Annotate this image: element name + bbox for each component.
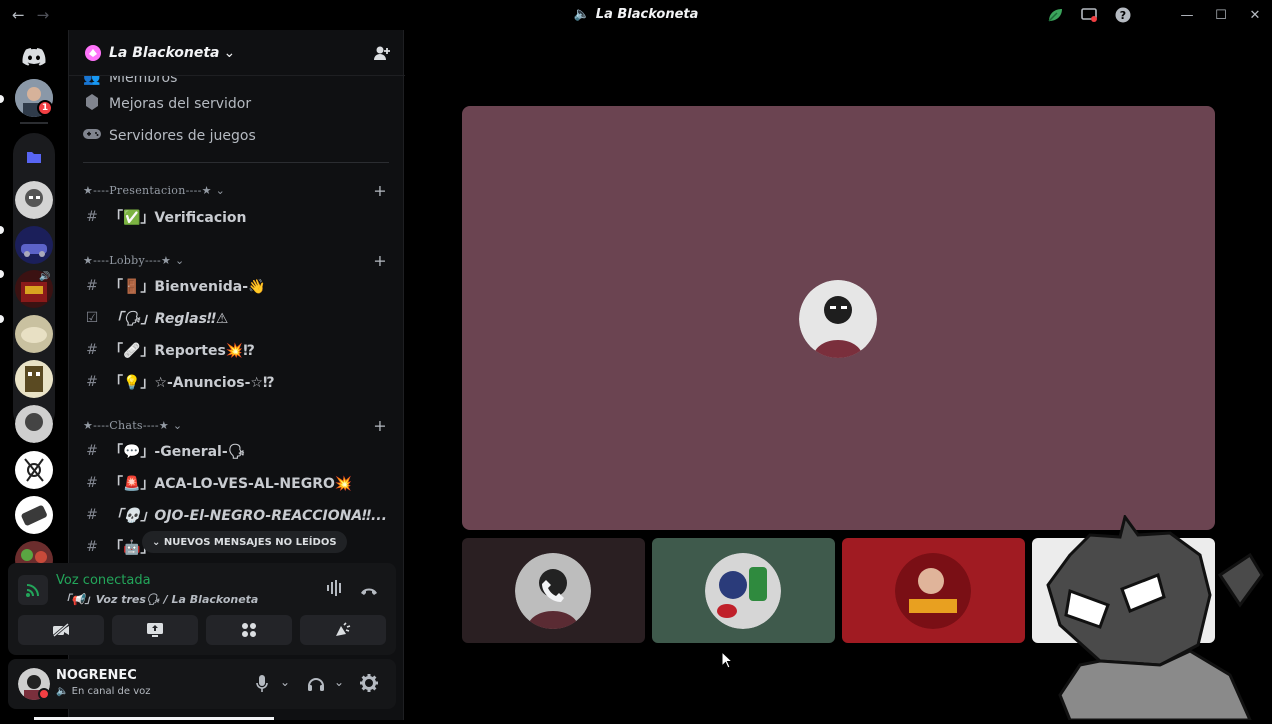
focused-participant-tile[interactable]: [462, 106, 1215, 530]
discord-home-icon[interactable]: [15, 38, 53, 76]
channel-list: 👥 Miembros Mejoras del servidor Servidore…: [69, 76, 405, 590]
minimize-icon[interactable]: —: [1170, 0, 1204, 30]
chevron-down-icon: ⌄: [223, 44, 236, 61]
add-channel-icon[interactable]: +: [373, 181, 387, 200]
add-channel-icon[interactable]: +: [373, 416, 387, 435]
hashtag-icon: #: [86, 539, 98, 555]
category-presentacion[interactable]: ★----Presentacion----★ ⌄ +: [83, 180, 391, 200]
chevron-down-icon[interactable]: ⌄: [280, 675, 290, 689]
voice-status[interactable]: Voz conectada: [56, 573, 151, 588]
server-name: La Blackoneta: [109, 44, 220, 61]
server-boost-icon: [85, 44, 101, 61]
participant-tile[interactable]: [652, 538, 835, 643]
category-chats[interactable]: ★----Chats----★ ⌄ +: [83, 415, 391, 435]
close-icon[interactable]: ✕: [1238, 0, 1272, 30]
user-panel: NOGRENEC 🔈 En canal de voz ⌄ ⌄: [8, 659, 396, 709]
channel-reportes[interactable]: # 「🩹」Reportes💥⁉: [83, 336, 391, 364]
server-icon[interactable]: [15, 226, 53, 264]
username: NOGRENEC: [56, 668, 137, 683]
server-header[interactable]: La Blackoneta ⌄: [69, 30, 405, 76]
members-icon: 👥: [83, 76, 101, 86]
dnd-status-icon: [38, 688, 50, 700]
soundboard-button[interactable]: [300, 615, 386, 645]
svg-text:?: ?: [1120, 9, 1126, 22]
new-unread-messages-pill[interactable]: ⌄ NUEVOS MENSAJES NO LEÍDOS: [142, 531, 347, 553]
signal-icon: [18, 575, 48, 605]
channel-reglas[interactable]: ☑ 「🗣」Reglas‼⚠: [83, 304, 391, 332]
hashtag-icon: #: [86, 443, 98, 459]
activities-button[interactable]: [206, 615, 292, 645]
server-icon[interactable]: [15, 451, 53, 489]
server-boosts-item[interactable]: Mejoras del servidor: [83, 90, 391, 118]
participant-avatar: [895, 553, 971, 629]
hashtag-icon: #: [86, 209, 98, 225]
participant-tile[interactable]: [842, 538, 1025, 643]
participant-avatar: [799, 280, 877, 358]
help-icon[interactable]: ?: [1106, 0, 1140, 30]
activities-icon: [242, 623, 256, 637]
participant-tile[interactable]: [462, 538, 645, 643]
camera-off-icon: [53, 623, 69, 637]
microphone-icon[interactable]: [256, 675, 268, 697]
channel-aca-lo-ves[interactable]: # 「🚨」ACA-LO-VES-AL-NEGRO💥: [83, 469, 391, 497]
speaker-icon: 🔈: [56, 686, 69, 697]
server-icon[interactable]: [15, 360, 53, 398]
unread-badge: 1: [37, 100, 53, 116]
share-screen-button[interactable]: [112, 615, 198, 645]
channel-verificacion[interactable]: # 「✅」Verificacion: [83, 203, 391, 231]
gamepad-icon: [83, 128, 101, 144]
share-screen-icon: [147, 623, 163, 637]
channel-general[interactable]: # 「💬」-General-🗣: [83, 437, 391, 465]
user-status: 🔈 En canal de voz: [56, 686, 151, 697]
rules-checkbox-icon: ☑: [85, 310, 99, 326]
category-lobby[interactable]: ★----Lobby----★ ⌄ +: [83, 250, 391, 270]
character-overlay: [1030, 513, 1272, 722]
hashtag-icon: #: [86, 342, 98, 358]
settings-gear-icon[interactable]: [360, 674, 378, 696]
speaker-icon: 🔊: [39, 272, 51, 282]
server-icon[interactable]: [15, 181, 53, 219]
boost-gem-icon: [83, 94, 101, 114]
invite-people-icon[interactable]: [373, 45, 391, 61]
server-icon[interactable]: [15, 315, 53, 353]
add-channel-icon[interactable]: +: [373, 251, 387, 270]
headphones-icon[interactable]: [307, 676, 325, 696]
channel-bienvenida[interactable]: # 「🚪」Bienvenida-👋: [83, 272, 391, 300]
hashtag-icon: #: [86, 278, 98, 294]
screen-share-icon[interactable]: [1072, 0, 1106, 30]
soundboard-icon: [336, 622, 351, 636]
hashtag-icon: #: [86, 374, 98, 390]
camera-off-button[interactable]: [18, 615, 104, 645]
voice-stage-area: [405, 30, 1272, 722]
server-icon[interactable]: [15, 405, 53, 443]
mouse-cursor-icon: [721, 650, 734, 673]
server-icon[interactable]: [15, 496, 53, 534]
channel-ojo-reacciona[interactable]: # 「💀」OJO-El-NEGRO-REACCIONA‼...: [83, 501, 391, 529]
folder-icon[interactable]: [15, 138, 53, 176]
voice-connected-panel: Voz conectada 「📢」Voz tres🗣 / La Blackone…: [8, 563, 396, 655]
phone-icon: [540, 578, 566, 608]
voice-channel-link[interactable]: 「📢」Voz tres🗣 / La Blackoneta: [60, 591, 258, 607]
participant-avatar: [705, 553, 781, 629]
hashtag-icon: #: [86, 507, 98, 523]
title-bar: ← → 🔈 La Blackoneta ? — ☐ ✕: [0, 0, 1272, 30]
leaf-icon[interactable]: [1038, 0, 1072, 30]
disconnect-icon[interactable]: [360, 582, 378, 601]
hashtag-icon: #: [86, 475, 98, 491]
noise-suppression-icon[interactable]: [326, 580, 344, 600]
maximize-icon[interactable]: ☐: [1204, 0, 1238, 30]
channel-anuncios[interactable]: # 「💡」☆-Anuncios-☆⁉: [83, 368, 391, 396]
game-servers-item[interactable]: Servidores de juegos: [83, 122, 391, 150]
speaker-icon: 🔈: [573, 7, 590, 22]
chevron-down-icon[interactable]: ⌄: [334, 675, 344, 689]
